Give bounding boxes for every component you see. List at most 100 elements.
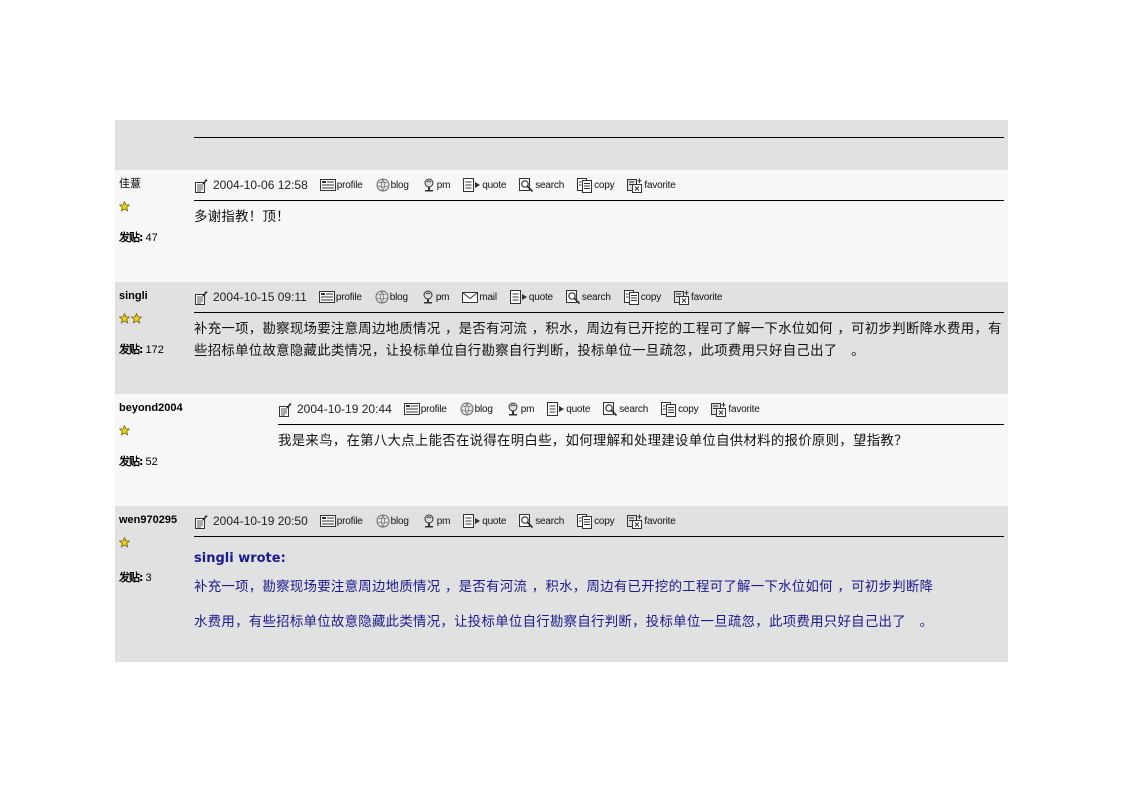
search-button[interactable]: search	[603, 401, 649, 417]
post-toolbar: 2004-10-06 12:58 profile blog pm quote search…	[194, 174, 1004, 196]
profile-button[interactable]: profile	[319, 515, 363, 527]
favorite-button[interactable]: favorite	[627, 514, 676, 529]
pm-person-icon	[422, 178, 436, 192]
pm-button[interactable]: pm	[506, 402, 535, 416]
copy-pages-icon	[661, 401, 677, 417]
profile-label: profile	[335, 291, 362, 303]
post-content: 2004-10-19 20:44 profile blog pm quote search…	[278, 398, 1004, 453]
post-count: 发贴: 3	[119, 569, 199, 585]
quote-button[interactable]: quote	[463, 514, 506, 528]
pm-person-icon	[421, 290, 435, 304]
quote-label: quote	[482, 515, 507, 527]
author-panel: beyond2004 发贴: 52	[118, 400, 199, 469]
copy-button[interactable]: copy	[577, 177, 615, 193]
star-icon	[118, 197, 131, 212]
post-toolbar: 2004-10-19 20:50 profile blog pm quote search…	[194, 510, 1004, 532]
blog-button[interactable]: blog	[376, 514, 409, 528]
star-icon	[118, 533, 131, 548]
post-content: 2004-10-19 20:50 profile blog pm quote search…	[194, 510, 1004, 640]
copy-pages-icon	[577, 177, 593, 193]
author-name[interactable]: wen970295	[119, 512, 199, 528]
copy-label: copy	[594, 515, 615, 527]
quoted-text: 补充一项，勘察现场要注意周边地质情况 ，是否有河流 ，积水，周边有已开挖的工程可…	[194, 570, 1004, 640]
rank-stars	[118, 533, 199, 548]
author-name[interactable]: singli	[119, 288, 199, 304]
profile-button[interactable]: profile	[403, 403, 447, 415]
post-count-value: 172	[145, 344, 164, 356]
copy-button[interactable]: copy	[661, 401, 699, 417]
author-panel: wen970295 发贴: 3	[118, 512, 199, 585]
pm-button[interactable]: pm	[422, 514, 451, 528]
profile-button[interactable]: profile	[319, 179, 363, 191]
copy-button[interactable]: copy	[623, 289, 662, 305]
quote-button[interactable]: quote	[463, 178, 506, 192]
quote-button[interactable]: quote	[509, 290, 553, 304]
search-label: search	[581, 291, 611, 303]
mail-button[interactable]: mail	[462, 291, 497, 303]
favorite-button[interactable]: favorite	[674, 290, 722, 305]
profile-button[interactable]: profile	[318, 291, 362, 303]
copy-button[interactable]: copy	[577, 513, 615, 529]
author-name[interactable]: 佳薏	[119, 176, 199, 192]
quote-button[interactable]: quote	[547, 402, 590, 416]
author-name[interactable]: beyond2004	[119, 400, 199, 416]
blog-label: blog	[474, 403, 493, 415]
favorite-add-icon	[627, 178, 643, 193]
blog-button[interactable]: blog	[375, 290, 408, 304]
copy-label: copy	[640, 291, 662, 303]
search-label: search	[535, 515, 565, 527]
blog-button[interactable]: blog	[460, 402, 493, 416]
post-body: 我是来鸟，在第八大点上能否在说得在明白些，如何理解和处理建设单位自供材料的报价原…	[278, 434, 908, 449]
quote-arrow-icon	[463, 178, 481, 192]
profile-label: profile	[336, 515, 363, 527]
pm-button[interactable]: pm	[422, 178, 450, 192]
profile-card-icon	[403, 403, 420, 415]
pm-button[interactable]: pm	[421, 290, 450, 304]
quote-arrow-icon	[509, 290, 528, 304]
magnifier-icon	[603, 401, 618, 417]
post-date: 2004-10-19 20:44	[297, 402, 392, 416]
search-button[interactable]: search	[565, 289, 611, 305]
author-panel: singli 发贴: 172	[118, 288, 199, 357]
mail-label: mail	[479, 291, 497, 303]
divider	[194, 536, 1004, 537]
post-body: 补充一项，勘察现场要注意周边地质情况 ，是否有河流 ，积水，周边有已开挖的工程可…	[194, 322, 1002, 359]
pm-label: pm	[520, 403, 535, 415]
post-document-icon	[278, 402, 292, 417]
globe-icon	[460, 402, 474, 416]
favorite-button[interactable]: favorite	[711, 402, 760, 417]
search-button[interactable]: search	[519, 177, 564, 193]
globe-icon	[375, 290, 389, 304]
quote-arrow-icon	[547, 402, 565, 416]
search-button[interactable]: search	[519, 513, 565, 529]
pm-label: pm	[435, 291, 450, 303]
author-panel: 佳薏 发贴: 47	[118, 176, 199, 245]
divider	[278, 424, 1004, 425]
rank-stars	[118, 197, 199, 212]
post-row: wen970295 发贴: 3 2004-10-19 20:50 profile b…	[115, 506, 1008, 662]
post-row: singli 发贴: 172 2004-10-15 09:11 profile bl…	[115, 282, 1008, 394]
post-count-label: 发贴:	[119, 231, 143, 244]
pm-label: pm	[436, 515, 451, 527]
post-document-icon	[194, 514, 208, 529]
post-date: 2004-10-15 09:11	[213, 290, 307, 304]
profile-card-icon	[319, 179, 336, 191]
favorite-add-icon	[674, 290, 690, 305]
favorite-button[interactable]: favorite	[627, 178, 676, 193]
post-count-value: 47	[145, 232, 158, 244]
post-count-value: 52	[145, 456, 158, 468]
search-label: search	[619, 403, 649, 415]
favorite-label: favorite	[644, 515, 676, 527]
envelope-icon	[462, 291, 479, 303]
favorite-label: favorite	[644, 179, 676, 191]
post-content: 2004-10-15 09:11 profile blog pm mail quote se…	[194, 286, 1004, 363]
favorite-add-icon	[627, 514, 643, 529]
copy-pages-icon	[577, 513, 593, 529]
blog-button[interactable]: blog	[376, 178, 409, 192]
quoted-line: 补充一项，勘察现场要注意周边地质情况 ，是否有河流 ，积水，周边有已开挖的工程可…	[194, 580, 934, 595]
post-count-value: 3	[145, 572, 152, 584]
star-icon	[130, 309, 143, 324]
post-count-label: 发贴:	[119, 455, 143, 468]
rank-stars	[118, 309, 199, 324]
rank-stars	[118, 421, 199, 436]
